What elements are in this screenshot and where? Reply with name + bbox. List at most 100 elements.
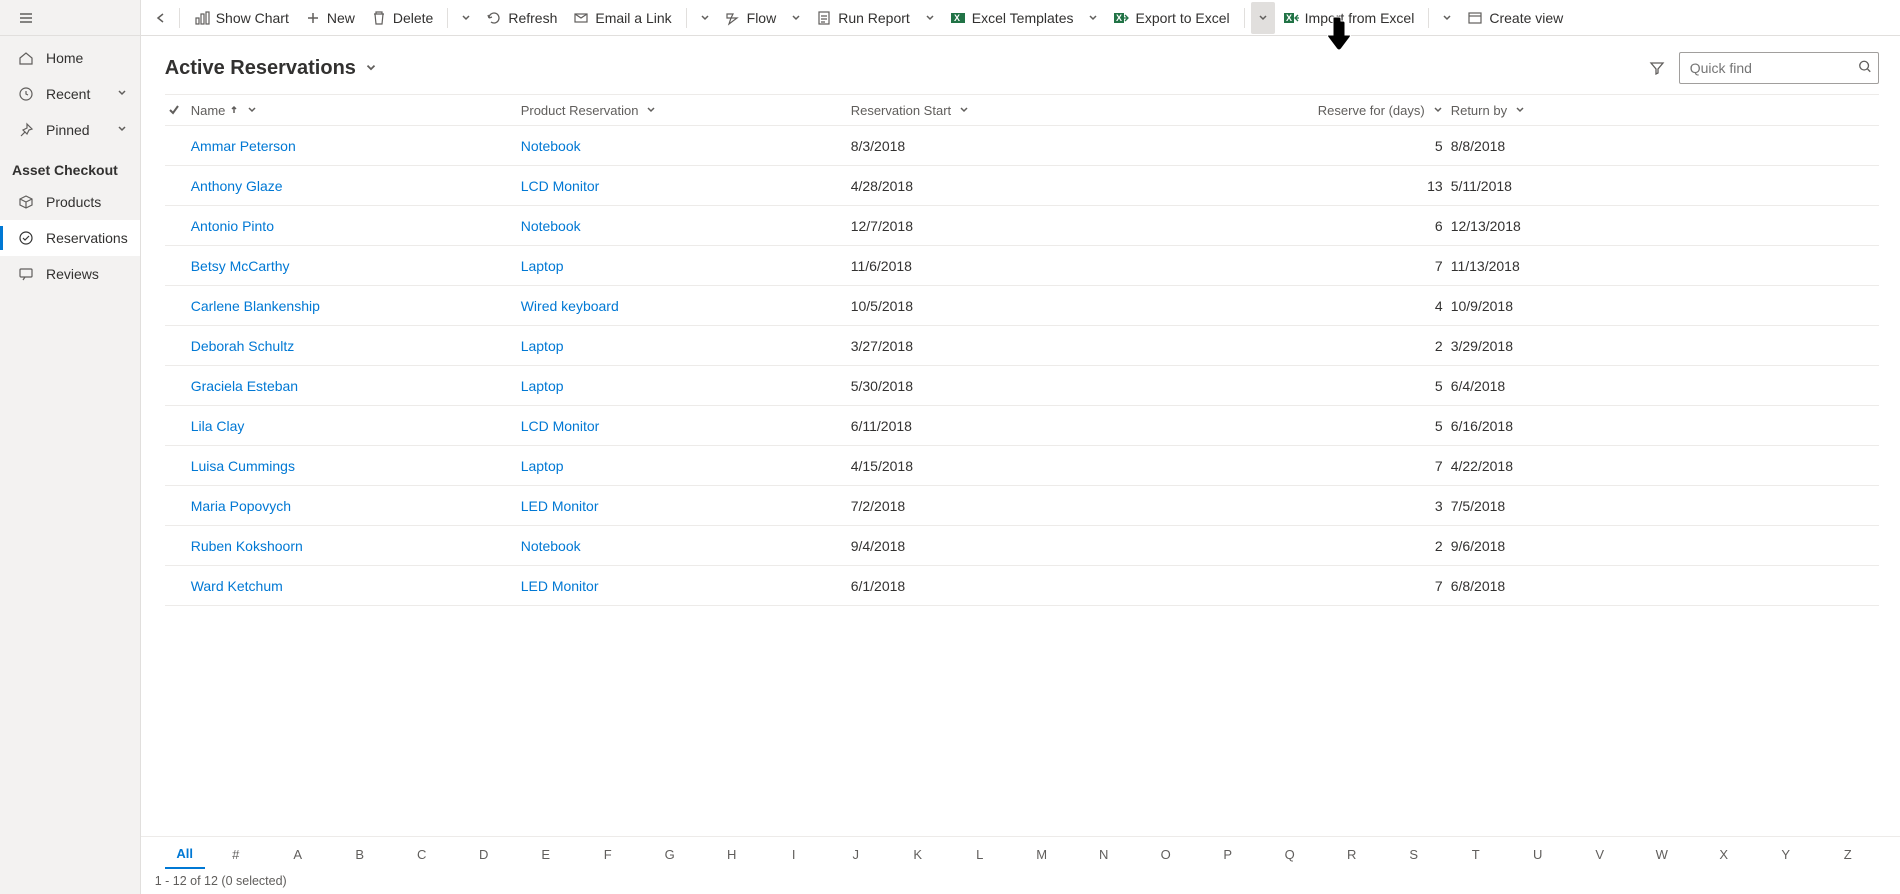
table-row[interactable]: Anthony GlazeLCD Monitor4/28/2018135/11/…: [165, 166, 1879, 206]
flow-dropdown[interactable]: [784, 2, 808, 34]
alpha-k[interactable]: K: [887, 841, 949, 868]
delete-button[interactable]: Delete: [363, 2, 441, 34]
row-product-link[interactable]: Laptop: [521, 458, 851, 474]
alpha-h[interactable]: H: [701, 841, 763, 868]
alpha-r[interactable]: R: [1321, 841, 1383, 868]
table-row[interactable]: Maria PopovychLED Monitor7/2/201837/5/20…: [165, 486, 1879, 526]
nav-recent[interactable]: Recent: [0, 76, 140, 112]
create-view-button[interactable]: Create view: [1459, 2, 1571, 34]
back-button[interactable]: [149, 2, 173, 34]
row-product-link[interactable]: Laptop: [521, 258, 851, 274]
row-product-link[interactable]: Notebook: [521, 218, 851, 234]
table-row[interactable]: Lila ClayLCD Monitor6/11/201856/16/2018: [165, 406, 1879, 446]
export-excel-button[interactable]: X Export to Excel: [1105, 2, 1237, 34]
view-selector[interactable]: Active Reservations: [165, 57, 378, 80]
table-row[interactable]: Luisa CummingsLaptop4/15/201874/22/2018: [165, 446, 1879, 486]
nav-reviews[interactable]: Reviews: [0, 256, 140, 292]
row-name-link[interactable]: Maria Popovych: [191, 498, 521, 514]
table-row[interactable]: Deborah SchultzLaptop3/27/201823/29/2018: [165, 326, 1879, 366]
alpha-c[interactable]: C: [391, 841, 453, 868]
nav-reservations[interactable]: Reservations: [0, 220, 140, 256]
column-name[interactable]: Name: [191, 103, 521, 118]
row-name-link[interactable]: Anthony Glaze: [191, 178, 521, 194]
row-name-link[interactable]: Antonio Pinto: [191, 218, 521, 234]
alpha-i[interactable]: I: [763, 841, 825, 868]
email-link-dropdown[interactable]: [693, 2, 717, 34]
flow-button[interactable]: Flow: [717, 2, 785, 34]
import-excel-dropdown[interactable]: [1435, 2, 1459, 34]
alpha-t[interactable]: T: [1445, 841, 1507, 868]
alpha-e[interactable]: E: [515, 841, 577, 868]
row-product-link[interactable]: LED Monitor: [521, 578, 851, 594]
alpha-v[interactable]: V: [1569, 841, 1631, 868]
run-report-dropdown[interactable]: [918, 2, 942, 34]
alpha-w[interactable]: W: [1631, 841, 1693, 868]
row-product-link[interactable]: Laptop: [521, 378, 851, 394]
new-button[interactable]: New: [297, 2, 363, 34]
excel-templates-dropdown[interactable]: [1081, 2, 1105, 34]
alpha-d[interactable]: D: [453, 841, 515, 868]
column-start[interactable]: Reservation Start: [851, 103, 1171, 118]
row-name-link[interactable]: Luisa Cummings: [191, 458, 521, 474]
column-return[interactable]: Return by: [1451, 103, 1781, 118]
table-row[interactable]: Ammar PetersonNotebook8/3/201858/8/2018: [165, 126, 1879, 166]
alpha-m[interactable]: M: [1011, 841, 1073, 868]
column-days[interactable]: Reserve for (days): [1171, 103, 1451, 118]
row-name-link[interactable]: Carlene Blankenship: [191, 298, 521, 314]
run-report-button[interactable]: Run Report: [808, 2, 918, 34]
alpha-q[interactable]: Q: [1259, 841, 1321, 868]
row-name-link[interactable]: Betsy McCarthy: [191, 258, 521, 274]
table-row[interactable]: Betsy McCarthyLaptop11/6/2018711/13/2018: [165, 246, 1879, 286]
alpha-f[interactable]: F: [577, 841, 639, 868]
hamburger-button[interactable]: [0, 0, 140, 36]
nav-pinned[interactable]: Pinned: [0, 112, 140, 148]
alpha-s[interactable]: S: [1383, 841, 1445, 868]
row-name-link[interactable]: Ammar Peterson: [191, 138, 521, 154]
row-product-link[interactable]: Notebook: [521, 138, 851, 154]
show-chart-button[interactable]: Show Chart: [186, 2, 297, 34]
table-row[interactable]: Carlene BlankenshipWired keyboard10/5/20…: [165, 286, 1879, 326]
alpha-u[interactable]: U: [1507, 841, 1569, 868]
filter-button[interactable]: [1645, 56, 1669, 80]
row-name-link[interactable]: Lila Clay: [191, 418, 521, 434]
alpha-p[interactable]: P: [1197, 841, 1259, 868]
column-product[interactable]: Product Reservation: [521, 103, 851, 118]
select-all-checkbox[interactable]: [165, 104, 191, 116]
nav-products[interactable]: Products: [0, 184, 140, 220]
row-product-link[interactable]: LED Monitor: [521, 498, 851, 514]
nav-home[interactable]: Home: [0, 40, 140, 76]
row-product-link[interactable]: LCD Monitor: [521, 178, 851, 194]
table-row[interactable]: Graciela EstebanLaptop5/30/201856/4/2018: [165, 366, 1879, 406]
alpha-l[interactable]: L: [949, 841, 1011, 868]
table-row[interactable]: Antonio PintoNotebook12/7/2018612/13/201…: [165, 206, 1879, 246]
alpha-j[interactable]: J: [825, 841, 887, 868]
alpha-all[interactable]: All: [165, 840, 205, 869]
import-excel-button[interactable]: X Import from Excel: [1275, 2, 1423, 34]
alpha-x[interactable]: X: [1693, 841, 1755, 868]
alpha-o[interactable]: O: [1135, 841, 1197, 868]
delete-dropdown[interactable]: [454, 2, 478, 34]
alpha-b[interactable]: B: [329, 841, 391, 868]
row-product-link[interactable]: LCD Monitor: [521, 418, 851, 434]
alpha-#[interactable]: #: [205, 841, 267, 868]
row-product-link[interactable]: Laptop: [521, 338, 851, 354]
alpha-z[interactable]: Z: [1817, 841, 1879, 868]
row-product-link[interactable]: Notebook: [521, 538, 851, 554]
row-name-link[interactable]: Ward Ketchum: [191, 578, 521, 594]
table-row[interactable]: Ward KetchumLED Monitor6/1/201876/8/2018: [165, 566, 1879, 606]
excel-templates-button[interactable]: X Excel Templates: [942, 2, 1082, 34]
grid-body[interactable]: Ammar PetersonNotebook8/3/201858/8/2018A…: [165, 126, 1879, 836]
row-name-link[interactable]: Deborah Schultz: [191, 338, 521, 354]
export-excel-dropdown[interactable]: [1251, 2, 1275, 34]
alpha-a[interactable]: A: [267, 841, 329, 868]
alpha-g[interactable]: G: [639, 841, 701, 868]
alpha-y[interactable]: Y: [1755, 841, 1817, 868]
email-link-button[interactable]: Email a Link: [565, 2, 679, 34]
alpha-n[interactable]: N: [1073, 841, 1135, 868]
refresh-button[interactable]: Refresh: [478, 2, 565, 34]
row-name-link[interactable]: Graciela Esteban: [191, 378, 521, 394]
row-product-link[interactable]: Wired keyboard: [521, 298, 851, 314]
quick-find[interactable]: [1679, 52, 1879, 84]
table-row[interactable]: Ruben KokshoornNotebook9/4/201829/6/2018: [165, 526, 1879, 566]
row-name-link[interactable]: Ruben Kokshoorn: [191, 538, 521, 554]
